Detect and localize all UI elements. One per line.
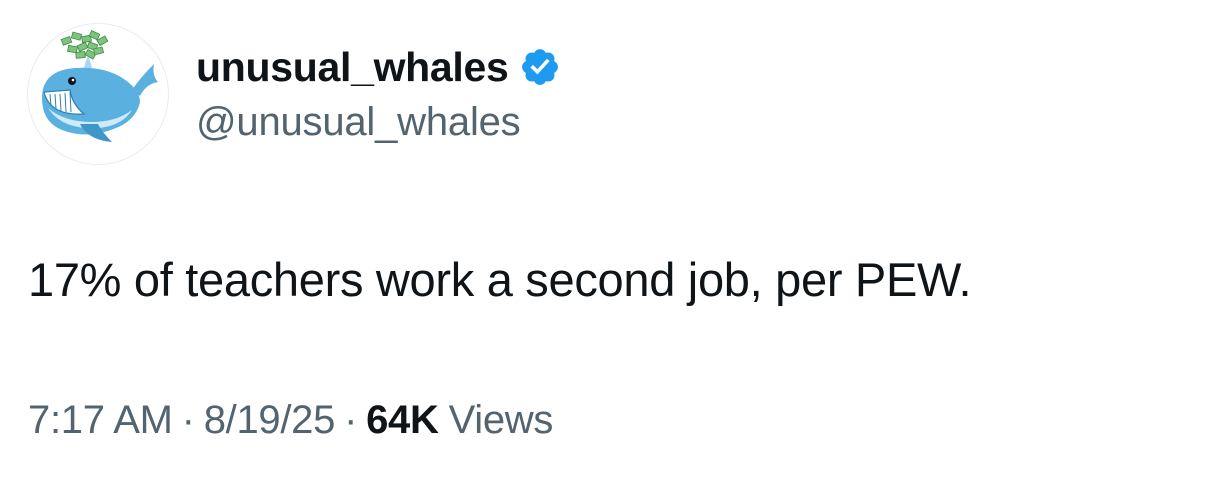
tweet-date[interactable]: 8/19/25 [204, 398, 336, 443]
meta-separator: · [181, 398, 195, 442]
tweet-text: 17% of teachers work a second job, per P… [28, 253, 972, 306]
tweet-card: unusual_whales @unusual_whales 17% of te… [0, 0, 1206, 487]
whale-icon [42, 30, 158, 142]
author-name-row: unusual_whales [196, 40, 561, 94]
author-handle[interactable]: @unusual_whales [196, 100, 521, 145]
avatar[interactable] [27, 23, 169, 165]
tweet-meta: 7:17 AM · 8/19/25 · 64K Views [28, 398, 553, 443]
author-display-name[interactable]: unusual_whales [196, 44, 509, 91]
tweet-time[interactable]: 7:17 AM [28, 398, 173, 443]
money-spray [60, 30, 109, 60]
views-label[interactable]: Views [449, 398, 554, 443]
verified-badge-icon[interactable] [519, 46, 561, 88]
views-count[interactable]: 64K [366, 398, 439, 443]
meta-separator: · [344, 398, 358, 442]
